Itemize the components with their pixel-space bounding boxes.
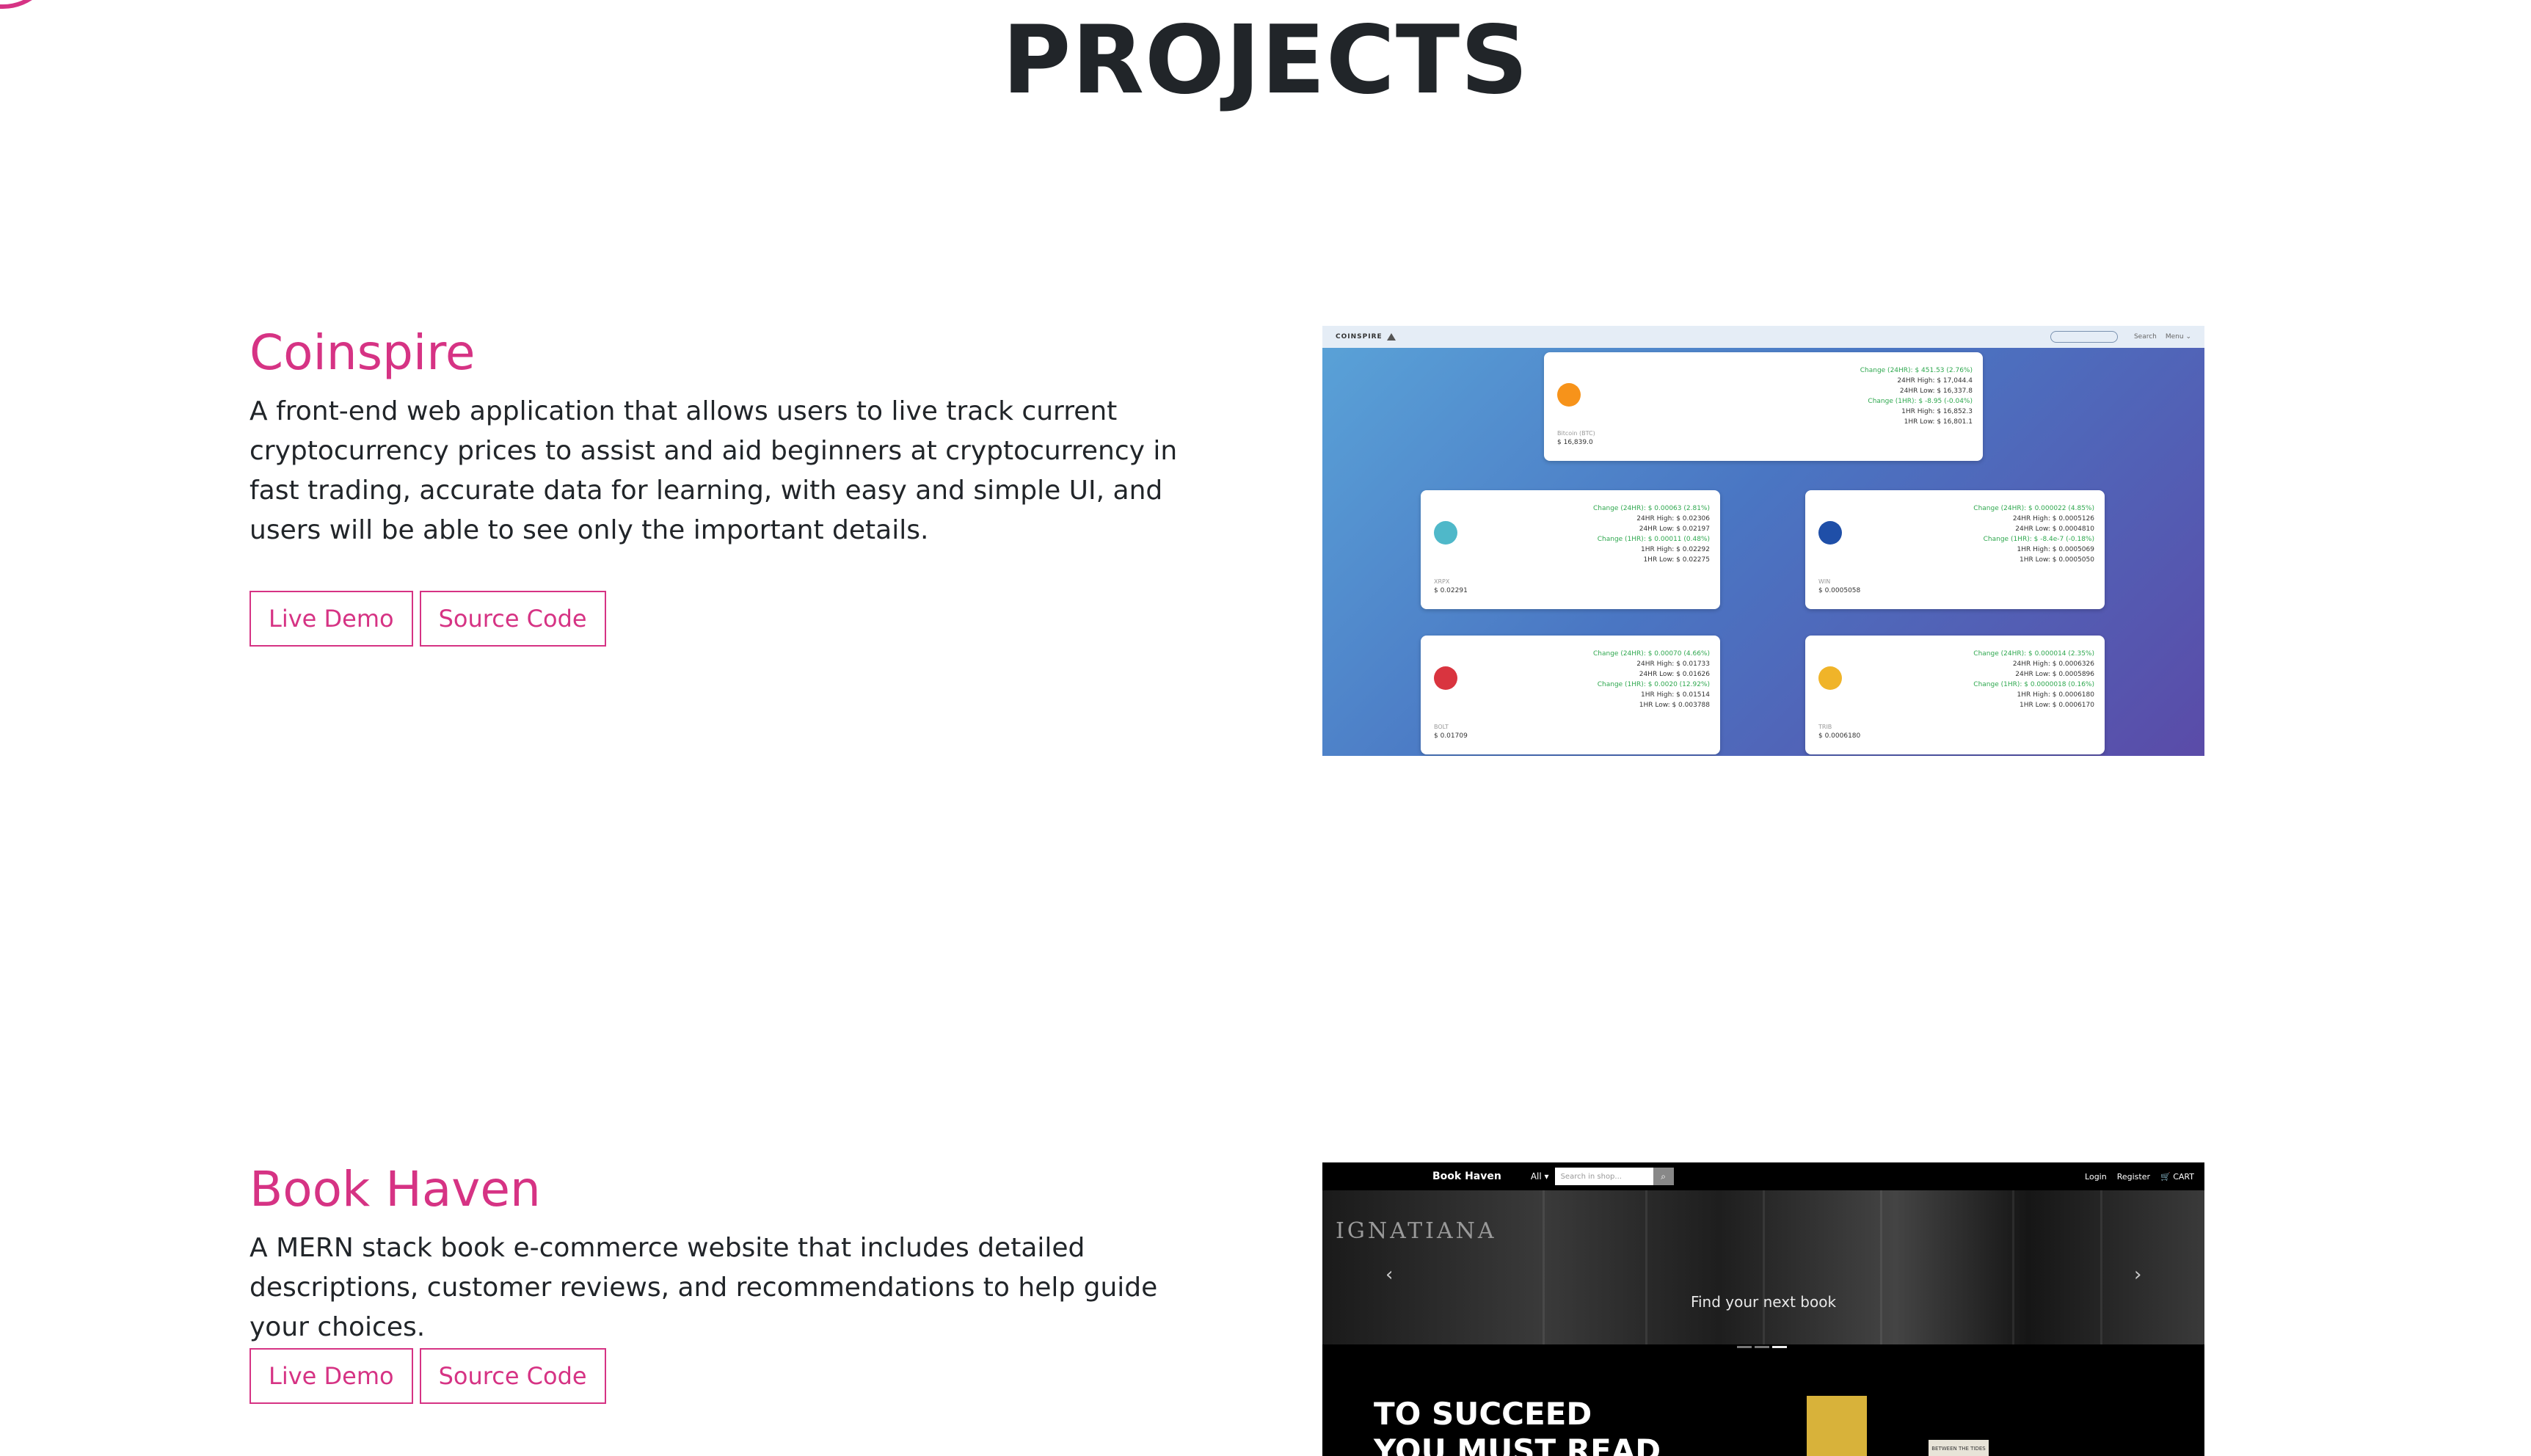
coin-card: Change (24HR): $ 0.000022 (4.85%) 24HR H… <box>1805 490 2105 609</box>
preview-navbar: Book Haven All ▾ Search in shop... ⌕ Log… <box>1322 1162 2204 1190</box>
coin-card: Change (24HR): $ 0.00063 (2.81%) 24HR Hi… <box>1421 490 1720 609</box>
project-title: Book Haven <box>250 1161 541 1217</box>
coin-stats: Change (24HR): $ 0.000022 (4.85%) 24HR H… <box>1973 505 2094 564</box>
project-buttons: Live Demo Source Code <box>250 591 606 647</box>
cart-icon: 🛒 CART <box>2160 1171 2194 1182</box>
coin-icon <box>1818 521 1842 545</box>
coin-card: Change (24HR): $ 0.00070 (4.66%) 24HR Hi… <box>1421 636 1720 754</box>
coin-card: Change (24HR): $ 0.000014 (2.35%) 24HR H… <box>1805 636 2105 754</box>
coin-stats: Change (24HR): $ 0.00063 (2.81%) 24HR Hi… <box>1593 505 1710 564</box>
carousel-indicators <box>1737 1346 1787 1348</box>
coinspire-preview-image: COINSPIRE Search Menu ⌄ Change (24HR): $… <box>1322 326 2204 756</box>
coin-price: Bitcoin (BTC) $ 16,839.0 <box>1557 430 1595 446</box>
coin-card: Change (24HR): $ 451.53 (2.76%) 24HR Hig… <box>1544 352 1983 461</box>
coin-stats: Change (24HR): $ 451.53 (2.76%) 24HR Hig… <box>1860 367 1973 426</box>
preview-navbar: COINSPIRE Search Menu ⌄ <box>1322 326 2204 348</box>
preview-brand: COINSPIRE <box>1336 333 1383 341</box>
preview-category-select: All ▾ <box>1530 1171 1549 1182</box>
preview-menu-link: Menu ⌄ <box>2165 333 2191 341</box>
project-book-haven: Book Haven A MERN stack book e-commerce … <box>250 1160 1203 1347</box>
project-description: A MERN stack book e-commerce website tha… <box>250 1233 1158 1342</box>
bitcoin-icon <box>1557 383 1581 407</box>
search-icon: ⌕ <box>1653 1168 1674 1185</box>
source-code-button[interactable]: Source Code <box>419 1348 606 1404</box>
coin-price: XRPX $ 0.02291 <box>1434 578 1468 594</box>
page-title: PROJECTS <box>1002 6 1529 115</box>
preview-search-link: Search <box>2133 333 2157 341</box>
preview-search-input <box>2050 331 2118 343</box>
live-demo-button[interactable]: Live Demo <box>250 591 413 647</box>
book-cover: BETWEEN THE TIDES <box>1929 1440 1989 1456</box>
chevron-left-icon: ‹ <box>1385 1264 1394 1286</box>
coin-stats: Change (24HR): $ 0.000014 (2.35%) 24HR H… <box>1973 650 2094 709</box>
project-coinspire: Coinspire A front-end web application th… <box>250 323 1203 550</box>
preview-tagline: TO SUCCEED YOU MUST READ <box>1374 1396 1661 1456</box>
coin-price: WIN $ 0.0005058 <box>1818 578 1861 594</box>
project-title: Coinspire <box>250 324 476 381</box>
book-cover <box>1807 1396 1867 1456</box>
logo-icon <box>1386 333 1396 341</box>
book-haven-preview-image: Book Haven All ▾ Search in shop... ⌕ Log… <box>1322 1162 2204 1456</box>
preview-search-input: Search in shop... <box>1554 1168 1653 1185</box>
chevron-right-icon: › <box>2134 1264 2142 1286</box>
hero-caption: Find your next book <box>1690 1293 1837 1311</box>
coin-price: TRIB $ 0.0006180 <box>1818 724 1861 740</box>
project-buttons: Live Demo Source Code <box>250 1348 606 1404</box>
preview-brand: Book Haven <box>1432 1171 1501 1182</box>
preview-register: Register <box>2116 1171 2151 1182</box>
hero-book-title: IGNATIANA <box>1336 1218 1497 1244</box>
coin-price: BOLT $ 0.01709 <box>1434 724 1468 740</box>
coin-stats: Change (24HR): $ 0.00070 (4.66%) 24HR Hi… <box>1593 650 1710 709</box>
project-description: A front-end web application that allows … <box>250 396 1178 545</box>
coin-icon <box>1434 521 1457 545</box>
coin-icon <box>1818 666 1842 690</box>
live-demo-button[interactable]: Live Demo <box>250 1348 413 1404</box>
source-code-button[interactable]: Source Code <box>419 591 606 647</box>
preview-hero-carousel: IGNATIANA ‹ › Find your next book <box>1322 1190 2204 1348</box>
coin-icon <box>1434 666 1457 690</box>
preview-login: Login <box>2085 1171 2107 1182</box>
